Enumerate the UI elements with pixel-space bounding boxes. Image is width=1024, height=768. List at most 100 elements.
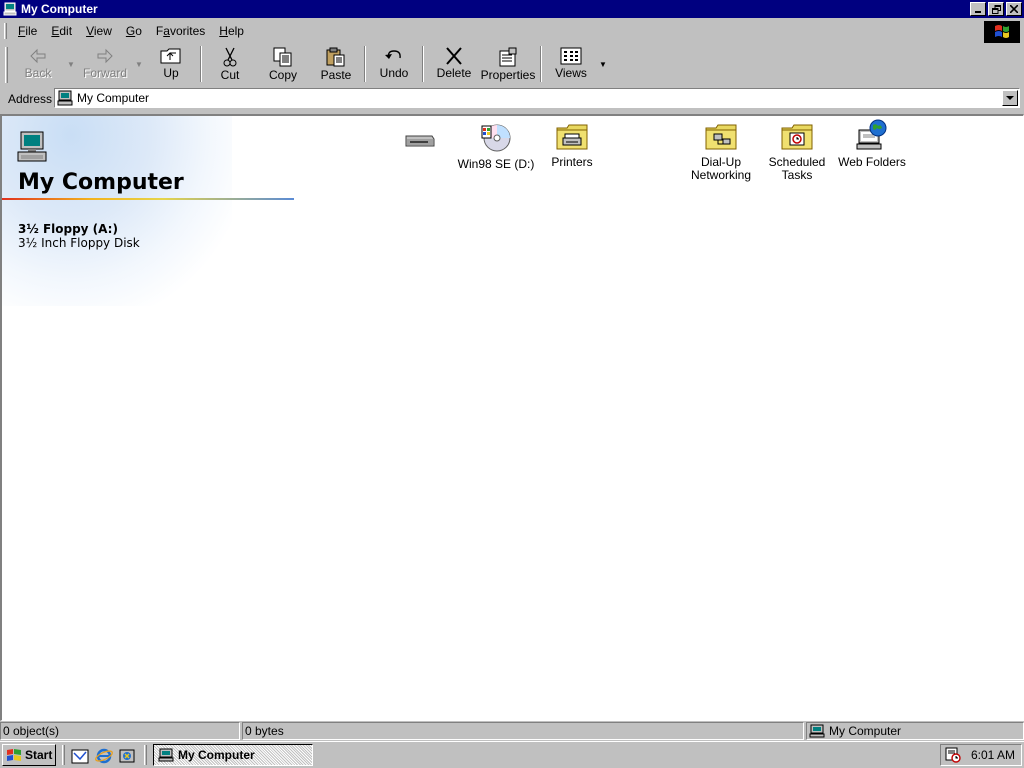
address-label: Address	[8, 91, 53, 106]
menu-go[interactable]: Go	[120, 22, 148, 40]
menu-help[interactable]: Help	[213, 22, 250, 40]
tasks-grip[interactable]	[144, 745, 147, 765]
clock[interactable]: 6:01 AM	[971, 748, 1015, 762]
views-dropdown[interactable]: ▼	[596, 44, 610, 84]
forward-button[interactable]: Forward	[78, 44, 132, 84]
menu-view[interactable]: View	[80, 22, 118, 40]
close-icon	[1010, 5, 1018, 13]
drive-icon-floppy[interactable]	[380, 130, 460, 154]
address-input[interactable]: My Computer	[54, 88, 1020, 108]
scheduled-tasks-icon	[781, 124, 813, 150]
menu-view-accel: V	[86, 24, 94, 38]
window-title: My Computer	[21, 2, 98, 16]
menu-favorites-accel: a	[163, 24, 170, 38]
toolbar-separator	[200, 46, 202, 82]
icon-label: Web Folders	[838, 155, 906, 169]
menu-edit[interactable]: Edit	[45, 22, 78, 40]
my-computer-icon	[3, 2, 17, 16]
properties-label: Properties	[480, 68, 536, 82]
chevron-down-icon	[1006, 95, 1014, 100]
menu-file-rest: ile	[25, 24, 38, 38]
minimize-icon	[975, 11, 981, 13]
folder-icon-dialup[interactable]: Dial-Up Networking	[681, 122, 761, 182]
task-scheduler-tray-icon[interactable]	[945, 747, 961, 763]
close-button[interactable]	[1006, 2, 1022, 16]
icon-label: Scheduled Tasks	[768, 155, 826, 182]
delete-label: Delete	[436, 66, 472, 80]
cut-button[interactable]: Cut	[206, 44, 254, 84]
properties-button[interactable]: Properties	[480, 44, 536, 84]
up-label: Up	[163, 66, 179, 80]
menu-file[interactable]: File	[12, 22, 43, 40]
menu-go-accel: G	[125, 24, 136, 38]
printer-folder-icon	[556, 124, 588, 150]
paste-label: Paste	[320, 68, 352, 82]
views-label: Views	[555, 66, 587, 80]
menu-view-rest: iew	[93, 24, 112, 38]
drive-icon-cdrom[interactable]: Win98 SE (D:)	[456, 122, 536, 171]
folder-icon-printers[interactable]: Printers	[532, 122, 612, 169]
copy-label: Copy	[268, 68, 297, 82]
views-button[interactable]: Views	[546, 44, 596, 84]
show-desktop-icon[interactable]	[71, 747, 89, 765]
icon-label: Printers	[551, 155, 593, 169]
menu-help-rest: elp	[227, 24, 244, 38]
undo-button[interactable]: Undo	[370, 44, 418, 84]
minimize-button[interactable]	[970, 2, 986, 16]
delete-x-icon	[446, 47, 462, 65]
folder-view[interactable]: My Computer 3½ Floppy (A:) 3½ Inch Flopp…	[0, 114, 1024, 721]
icon-label: Win98 SE (D:)	[457, 157, 535, 171]
folder-icon-web-folders[interactable]: Web Folders	[832, 118, 912, 169]
web-folders-icon	[856, 119, 887, 150]
clipboard-icon	[326, 47, 345, 67]
taskbar: Start My Computer 6:01 AM	[0, 741, 1024, 768]
properties-icon	[499, 47, 517, 67]
taskbar-button-my-computer[interactable]: My Computer	[153, 744, 313, 766]
back-label: Back	[24, 66, 52, 80]
menu-bar: File Edit View Go Favorites Help	[0, 20, 1024, 42]
floppy-drive-icon	[405, 135, 435, 147]
cut-label: Cut	[220, 68, 240, 82]
views-icon	[560, 47, 582, 65]
channels-icon[interactable]	[118, 747, 136, 765]
selected-item-description: 3½ Inch Floppy Disk	[18, 236, 140, 250]
folder-icon-scheduled-tasks[interactable]: Scheduled Tasks	[757, 122, 837, 182]
dial-up-networking-icon	[705, 124, 737, 150]
menu-help-accel: H	[219, 24, 228, 38]
start-label: Start	[25, 748, 53, 762]
restore-button[interactable]	[988, 2, 1004, 16]
windows-logo	[984, 21, 1020, 43]
page-title: My Computer	[18, 170, 184, 195]
menu-go-rest: o	[135, 24, 142, 38]
address-dropdown-button[interactable]	[1002, 90, 1018, 106]
scissors-icon	[223, 47, 237, 67]
back-arrow-icon	[30, 48, 46, 64]
standard-toolbar: Back ▼ Forward ▼ Up Cut Copy Paste Undo …	[2, 44, 1022, 86]
delete-button[interactable]: Delete	[428, 44, 480, 84]
copy-button[interactable]: Copy	[254, 44, 312, 84]
taskbar-task-label: My Computer	[178, 748, 255, 762]
toolbar-separator	[422, 46, 424, 82]
paste-button[interactable]: Paste	[312, 44, 360, 84]
back-dropdown[interactable]: ▼	[64, 44, 78, 84]
menu-edit-rest: dit	[59, 24, 73, 38]
address-bar: Address My Computer	[2, 87, 1022, 110]
toolbar-separator	[540, 46, 542, 82]
cd-rom-icon	[481, 124, 511, 152]
my-computer-large-icon	[17, 131, 47, 162]
quicklaunch-grip[interactable]	[62, 745, 65, 765]
toolbar-grip[interactable]	[5, 47, 8, 83]
address-value: My Computer	[77, 91, 150, 105]
menu-grip[interactable]	[4, 23, 7, 39]
undo-icon	[385, 50, 401, 59]
menu-favorites[interactable]: Favorites	[150, 22, 211, 40]
restore-icon	[991, 4, 1001, 14]
start-button[interactable]: Start	[2, 744, 56, 766]
title-bar[interactable]: My Computer	[0, 0, 1024, 18]
system-tray: 6:01 AM	[940, 744, 1022, 766]
internet-explorer-icon[interactable]	[95, 747, 113, 765]
up-button[interactable]: Up	[146, 44, 196, 84]
my-computer-small-icon	[158, 748, 174, 762]
forward-dropdown[interactable]: ▼	[132, 44, 146, 84]
back-button[interactable]: Back	[12, 44, 64, 84]
